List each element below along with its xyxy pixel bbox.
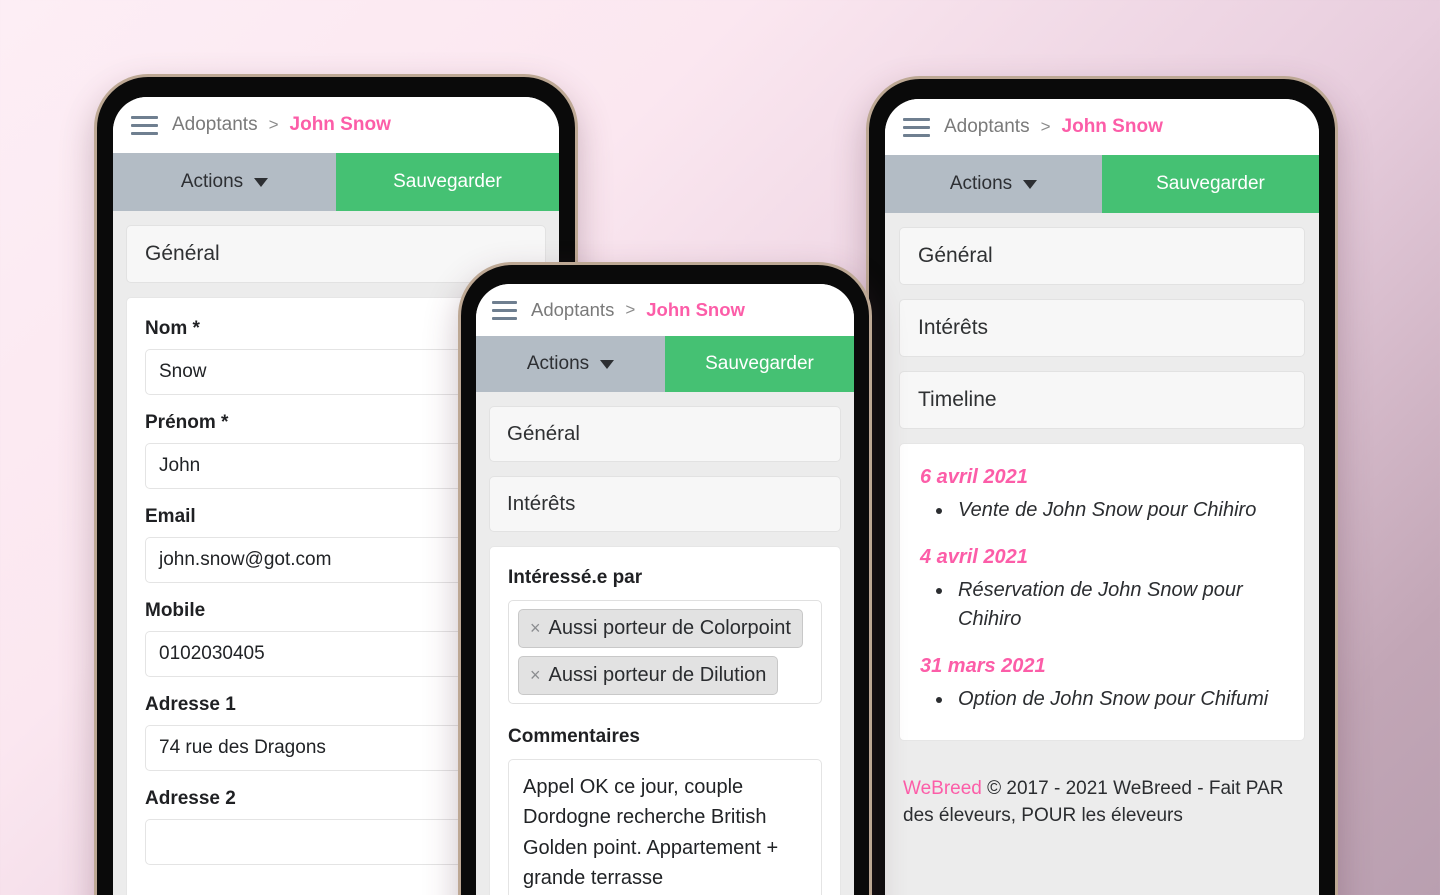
hamburger-icon[interactable] (492, 300, 517, 320)
breadcrumb-current: John Snow (289, 114, 391, 135)
close-icon[interactable]: × (530, 618, 541, 639)
save-button[interactable]: Sauvegarder (1102, 155, 1319, 213)
footer-brand: WeBreed (903, 777, 982, 799)
interest-tag[interactable]: × Aussi porteur de Colorpoint (518, 609, 803, 648)
save-button[interactable]: Sauvegarder (665, 336, 854, 392)
interest-tags-field[interactable]: × Aussi porteur de Colorpoint × Aussi po… (508, 600, 822, 704)
accordion-general[interactable]: Général (489, 406, 841, 462)
chevron-down-icon (1023, 179, 1038, 189)
phone3-actionbar: Actions Sauvegarder (885, 155, 1319, 213)
app-footer: WeBreed © 2017 - 2021 WeBreed - Fait PAR… (899, 775, 1305, 830)
breadcrumb-root[interactable]: Adoptants (531, 299, 614, 321)
timeline-date: 4 avril 2021 (920, 546, 1028, 569)
mockup-stage: Adoptants > John Snow Actions Sauvegarde… (0, 0, 1440, 895)
phone1-actionbar: Actions Sauvegarder (113, 153, 559, 211)
phone3-screen: Adoptants > John Snow Actions Sauvegarde… (885, 99, 1319, 895)
actions-button[interactable]: Actions (476, 336, 665, 392)
breadcrumb-current: John Snow (646, 299, 745, 320)
accordion-interests[interactable]: Intérêts (489, 476, 841, 532)
save-button[interactable]: Sauvegarder (336, 153, 559, 211)
breadcrumb-root[interactable]: Adoptants (172, 114, 258, 136)
timeline-event-list: Vente de John Snow pour Chihiro (954, 496, 1284, 524)
interested-in-label: Intéressé.e par (508, 567, 643, 588)
breadcrumb-separator-icon: > (625, 300, 636, 319)
timeline-group: 4 avril 2021 Réservation de John Snow po… (920, 546, 1284, 633)
chevron-down-icon (254, 177, 269, 187)
timeline-date: 31 mars 2021 (920, 655, 1046, 678)
accordion-interests[interactable]: Intérêts (899, 299, 1305, 357)
actions-button[interactable]: Actions (113, 153, 336, 211)
close-icon[interactable]: × (530, 665, 541, 686)
timeline-group: 6 avril 2021 Vente de John Snow pour Chi… (920, 466, 1284, 524)
phone3-topbar: Adoptants > John Snow (885, 99, 1319, 155)
breadcrumb-separator-icon: > (1040, 117, 1051, 136)
timeline-panel: 6 avril 2021 Vente de John Snow pour Chi… (899, 443, 1305, 741)
timeline-event: Vente de John Snow pour Chihiro (954, 496, 1284, 524)
comments-textarea[interactable]: Appel OK ce jour, couple Dordogne recher… (508, 759, 822, 895)
actions-button-label: Actions (180, 171, 244, 192)
breadcrumb-separator-icon: > (268, 115, 279, 134)
breadcrumb-root[interactable]: Adoptants (944, 116, 1030, 138)
phone3-content: Général Intérêts Timeline 6 avril 2021 V… (885, 213, 1319, 895)
breadcrumb: Adoptants > John Snow (531, 299, 745, 321)
comments-label: Commentaires (508, 726, 640, 747)
phone2-topbar: Adoptants > John Snow (476, 284, 854, 336)
accordion-timeline[interactable]: Timeline (899, 371, 1305, 429)
timeline-event: Réservation de John Snow pour Chihiro (954, 576, 1284, 633)
phone2-content: Général Intérêts Intéressé.e par × Aussi… (476, 392, 854, 895)
timeline-event-list: Réservation de John Snow pour Chihiro (954, 576, 1284, 633)
timeline-event-list: Option de John Snow pour Chifumi (954, 685, 1284, 713)
timeline-event: Option de John Snow pour Chifumi (954, 685, 1284, 713)
breadcrumb-current: John Snow (1061, 116, 1163, 137)
breadcrumb: Adoptants > John Snow (944, 116, 1163, 138)
breadcrumb: Adoptants > John Snow (172, 114, 391, 136)
accordion-general[interactable]: Général (899, 227, 1305, 285)
timeline-date: 6 avril 2021 (920, 466, 1028, 488)
hamburger-icon[interactable] (903, 117, 930, 137)
phone-mockup-timeline: Adoptants > John Snow Actions Sauvegarde… (866, 76, 1338, 895)
interest-tag[interactable]: × Aussi porteur de Dilution (518, 656, 779, 695)
timeline-group: 31 mars 2021 Option de John Snow pour Ch… (920, 655, 1284, 713)
actions-button[interactable]: Actions (885, 155, 1102, 213)
phone-mockup-interests: Adoptants > John Snow Actions Sauvegarde… (458, 262, 872, 895)
chevron-down-icon (600, 359, 615, 369)
interest-tag-label: Aussi porteur de Colorpoint (548, 617, 791, 639)
phone2-screen: Adoptants > John Snow Actions Sauvegarde… (476, 284, 854, 895)
phone2-actionbar: Actions Sauvegarder (476, 336, 854, 392)
interest-tag-label: Aussi porteur de Dilution (548, 664, 767, 686)
phone1-topbar: Adoptants > John Snow (113, 97, 559, 153)
actions-button-label: Actions (949, 173, 1013, 194)
actions-button-label: Actions (526, 353, 590, 374)
interests-panel: Intéressé.e par × Aussi porteur de Color… (489, 546, 841, 895)
hamburger-icon[interactable] (131, 115, 158, 135)
